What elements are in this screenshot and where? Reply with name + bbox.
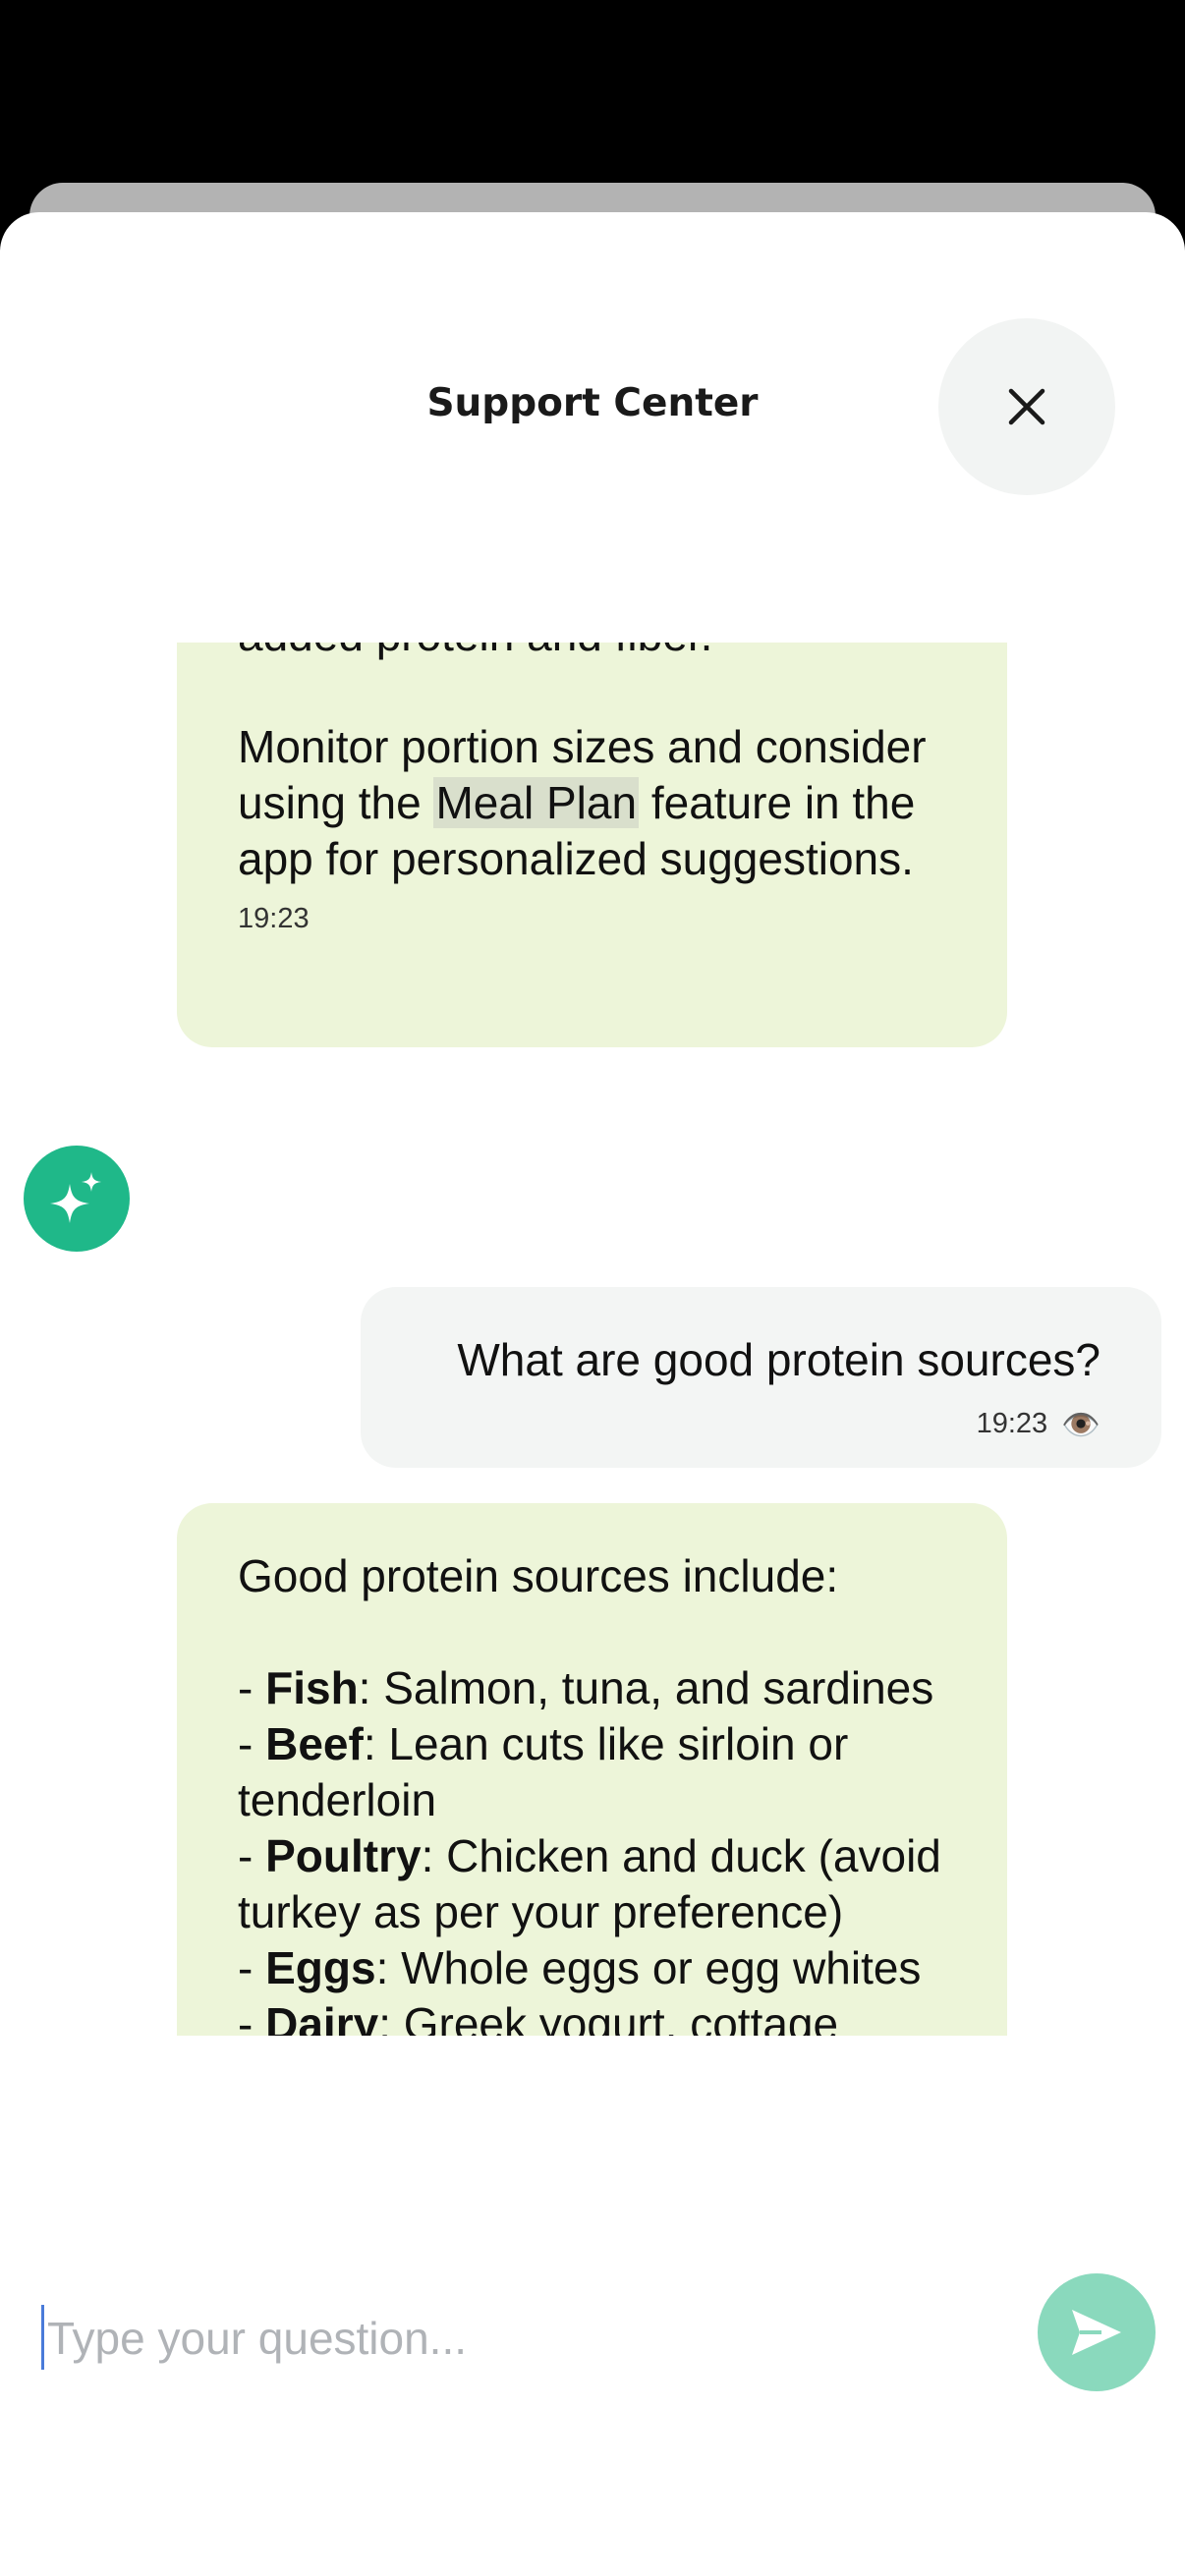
assistant-message: added protein and fiber. Monitor portion…	[177, 643, 1007, 1047]
list-item: - Dairy: Greek yogurt, cottage cheese, a…	[238, 1998, 839, 2036]
list-item: - Fish: Salmon, tuna, and sardines	[238, 1662, 934, 1713]
text-caret	[41, 2305, 44, 2370]
list-item: - Poultry: Chicken and duck (avoid turke…	[238, 1830, 941, 1937]
send-icon	[1072, 2310, 1121, 2355]
sparkle-icon	[50, 1172, 101, 1223]
question-input[interactable]	[47, 2299, 990, 2378]
eye-icon: 👁️	[1061, 1406, 1100, 1442]
message-time: 19:23	[238, 903, 310, 934]
list-item: - Eggs: Whole eggs or egg whites	[238, 1942, 922, 1993]
meal-plan-link[interactable]: Meal Plan	[433, 777, 640, 828]
message-text: Good protein sources include:	[238, 1550, 839, 1601]
assistant-message: Good protein sources include: - Fish: Sa…	[177, 1503, 1007, 2036]
close-icon	[1008, 388, 1045, 425]
send-button[interactable]	[1038, 2273, 1156, 2391]
list-item: - Beef: Lean cuts like sirloin or tender…	[238, 1718, 849, 1825]
message-text: What are good protein sources?	[457, 1334, 1100, 1385]
chat-messages[interactable]: added protein and fiber. Monitor portion…	[0, 643, 1185, 2036]
message-time: 19:23	[976, 1408, 1048, 1439]
close-button[interactable]	[938, 318, 1115, 495]
assistant-avatar	[24, 1146, 130, 1252]
message-text: Monitor portion sizes and consider using…	[238, 721, 927, 884]
message-text-cut: added protein and fiber.	[238, 643, 946, 663]
composer	[41, 2299, 1004, 2378]
user-message: What are good protein sources? 19:23 👁️	[361, 1287, 1161, 1468]
